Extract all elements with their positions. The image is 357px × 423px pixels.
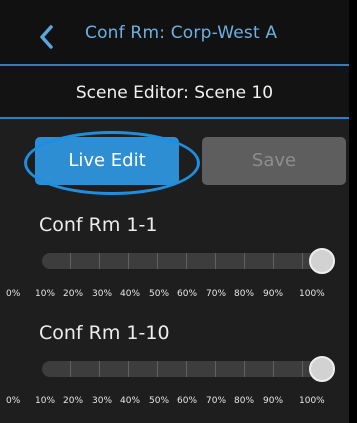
scale-label: 20% xyxy=(63,289,84,299)
scale-label: 10% xyxy=(35,289,56,299)
slider-ticks xyxy=(42,253,334,269)
scale-label: 60% xyxy=(177,396,198,406)
scene-title: Scene Editor: Scene 10 xyxy=(75,83,274,103)
scale-label: 0% xyxy=(6,396,21,406)
scale-label: 0% xyxy=(6,289,21,299)
scale-label: 60% xyxy=(177,289,198,299)
slider-ticks xyxy=(42,361,334,377)
scale-label: 100% xyxy=(299,289,325,299)
scale-label: 50% xyxy=(149,289,170,299)
live-edit-button[interactable]: Live Edit xyxy=(35,137,179,185)
channel-slider-track[interactable] xyxy=(42,361,334,377)
chevron-left-icon xyxy=(40,25,53,49)
scene-header-divider xyxy=(0,117,349,119)
scale-label: 90% xyxy=(263,289,284,299)
scale-label: 30% xyxy=(92,396,113,406)
slider-scale: 0% 10% 20% 30% 40% 50% 60% 70% 80% 90% 100% xyxy=(0,396,349,410)
screen: Conf Rm: Corp-West A Scene Editor: Scene… xyxy=(0,0,349,423)
scale-label: 100% xyxy=(299,396,325,406)
scale-label: 20% xyxy=(63,396,84,406)
scale-label: 40% xyxy=(120,289,141,299)
channel-slider-track[interactable] xyxy=(42,253,334,269)
channel-label: Conf Rm 1-10 xyxy=(39,322,170,344)
room-title: Conf Rm: Corp-West A xyxy=(85,23,278,43)
channel-slider-thumb[interactable] xyxy=(309,356,336,382)
edge-bar xyxy=(349,0,357,423)
scale-label: 30% xyxy=(92,289,113,299)
app-header: Conf Rm: Corp-West A xyxy=(0,0,349,64)
scale-label: 70% xyxy=(206,396,227,406)
slider-scale: 0% 10% 20% 30% 40% 50% 60% 70% 80% 90% 100% xyxy=(0,289,349,303)
scale-label: 80% xyxy=(234,289,255,299)
scale-label: 40% xyxy=(120,396,141,406)
back-button[interactable] xyxy=(32,22,62,52)
channel-slider-thumb[interactable] xyxy=(309,248,336,274)
scale-label: 70% xyxy=(206,289,227,299)
channel-label: Conf Rm 1-1 xyxy=(39,214,158,236)
scale-label: 50% xyxy=(149,396,170,406)
scale-label: 10% xyxy=(35,396,56,406)
save-button[interactable]: Save xyxy=(202,137,346,185)
scale-label: 80% xyxy=(234,396,255,406)
scale-label: 90% xyxy=(263,396,284,406)
scene-header: Scene Editor: Scene 10 xyxy=(0,66,349,117)
